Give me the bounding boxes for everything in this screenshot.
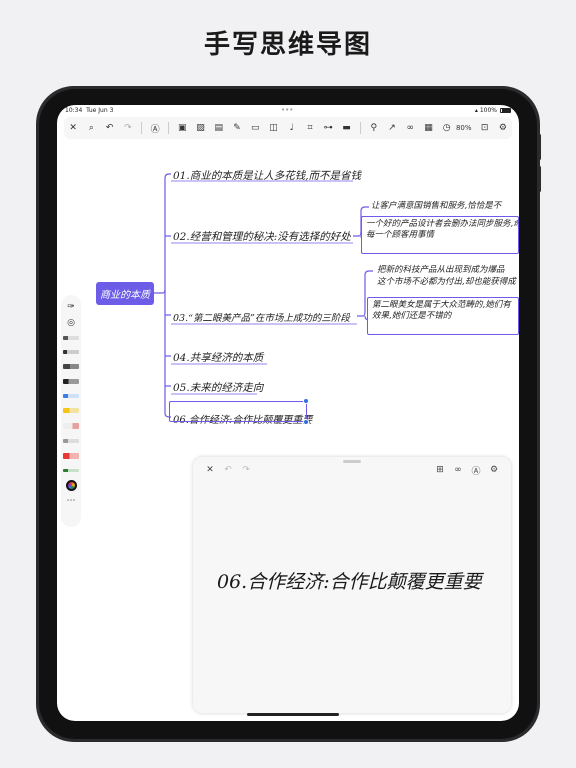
gear-icon[interactable]: ⚙ — [496, 121, 509, 135]
status-bar: 10:34 Tue Jun 3 ••• ▴ 100% — [57, 105, 519, 117]
mindmap-branch-02[interactable]: 02.经营和管理的秘决:没有选择的好处 — [173, 229, 351, 244]
more-icon[interactable]: ⋯ — [64, 494, 78, 508]
arrow-icon[interactable]: ↗ — [385, 121, 398, 135]
close-icon[interactable]: ✕ — [67, 121, 80, 135]
mindmap-root-node[interactable]: 商业的本质 — [96, 282, 154, 305]
mindmap-branch-03[interactable]: 03.“第二眼美产品”在市场上成功的三阶段 — [173, 310, 350, 324]
palette-brush-icon[interactable]: ✑ — [64, 300, 78, 314]
ipad-screen: 10:34 Tue Jun 3 ••• ▴ 100% ✕ ⌕ ↶ ↷ Ⓐ ▣ ▨… — [57, 105, 519, 721]
layout-icon[interactable]: ⊶ — [322, 121, 335, 135]
pen-red-marker[interactable] — [63, 453, 79, 459]
shape-icon[interactable]: ◫ — [267, 121, 280, 135]
pen-blue[interactable] — [63, 394, 79, 398]
lock-icon[interactable]: ⊡ — [478, 121, 491, 135]
insert-icon[interactable]: ⊞ — [433, 463, 447, 477]
top-toolbar: ✕ ⌕ ↶ ↷ Ⓐ ▣ ▨ ▤ ✎ ▭ ◫ ♩ ⌗ ⊶ ▬ ⚲ ↗ ∞ ▦ ◷ … — [64, 117, 512, 139]
pen-fineliner[interactable] — [63, 350, 79, 354]
mindmap-sub-02b[interactable]: 一个好的产品设计者会删办法同步服务,命 每一个顾客用事情 — [361, 216, 519, 254]
selected-node-outline — [169, 401, 307, 422]
toolbar-divider — [359, 122, 361, 134]
pen-circle-icon[interactable]: Ⓐ — [469, 463, 483, 477]
pen-eraser[interactable] — [63, 423, 79, 429]
mindmap-branch-05[interactable]: 05.未来的经济走向 — [173, 380, 263, 395]
note-icon[interactable]: ▤ — [212, 121, 225, 135]
gear-icon[interactable]: ⚙ — [487, 463, 501, 477]
image-icon[interactable]: ▨ — [194, 121, 207, 135]
color-wheel-icon[interactable] — [64, 478, 78, 492]
edit-icon[interactable]: ✎ — [230, 121, 243, 135]
battery-label: ▴ 100% — [474, 107, 497, 114]
pin-icon[interactable]: ⚲ — [367, 121, 380, 135]
redo-icon[interactable]: ↷ — [121, 121, 134, 135]
mindmap-sub-03b[interactable]: 第二眼美女是属于大众范畴的,她们有 效果,她们还是不错的 — [367, 297, 519, 335]
toolbar-divider — [141, 122, 142, 134]
selection-handle-bottom[interactable] — [303, 419, 309, 425]
multitask-dots[interactable]: ••• — [281, 106, 293, 114]
pen-toolbar: ✑ ◎ ⋯ — [61, 295, 81, 527]
battery-icon — [500, 108, 511, 113]
grid-icon[interactable]: ▦ — [422, 121, 435, 135]
toolbar-divider — [168, 122, 170, 134]
mindmap-branch-01[interactable]: 01.商业的本质是让人多花钱,而不是省钱 — [173, 168, 361, 183]
mindmap-sub-03b-text: 第二眼美女是属于大众范畴的,她们有 效果,她们还是不错的 — [372, 300, 511, 321]
panel-left-icons: ✕ ↶ ↷ — [201, 463, 255, 477]
canvas-icon[interactable]: ▬ — [340, 121, 353, 135]
selection-handle-top[interactable] — [303, 398, 309, 404]
zoom-level[interactable]: 80% — [456, 124, 472, 132]
mindmap-sub-03a-line2[interactable]: 这个市场不必都为付出,却也能获得成 — [377, 275, 516, 287]
mindmap-sub-02b-text: 一个好的产品设计者会删办法同步服务,命 每一个顾客用事情 — [366, 219, 519, 240]
mindmap-branch-04[interactable]: 04.共享经济的本质 — [173, 350, 263, 365]
mindmap-sub-03a[interactable]: 把新的科技产品从出现到成为爆品 — [377, 263, 505, 275]
close-icon[interactable]: ✕ — [203, 463, 217, 477]
pen-pencil[interactable] — [63, 336, 79, 340]
pen-green[interactable] — [63, 469, 79, 472]
panel-grip-handle[interactable] — [343, 460, 361, 463]
link-icon[interactable]: ∞ — [451, 463, 465, 477]
scan-icon[interactable]: ⌗ — [303, 121, 316, 135]
home-indicator[interactable] — [247, 713, 339, 716]
redo-icon[interactable]: ↷ — [239, 463, 253, 477]
panel-right-icons: ⊞ ∞ Ⓐ ⚙ — [431, 463, 503, 477]
target-icon[interactable]: ◎ — [64, 316, 78, 330]
side-button-2 — [538, 166, 541, 192]
status-time: 10:34 Tue Jun 3 — [65, 107, 114, 114]
side-button — [538, 134, 541, 160]
mindmap-sub-02a[interactable]: 让客户满意国销售和服务,恰恰是不 — [371, 199, 501, 211]
mic-icon[interactable]: ♩ — [285, 121, 298, 135]
handwriting-panel[interactable]: ✕ ↶ ↷ ⊞ ∞ Ⓐ ⚙ 06.合作经济:合作比颠覆更重要 — [193, 457, 511, 713]
undo-icon[interactable]: ↶ — [103, 121, 116, 135]
pen-gray-marker[interactable] — [63, 439, 79, 443]
pen-highlighter-yellow[interactable] — [63, 408, 79, 413]
search-icon[interactable]: ⌕ — [85, 121, 98, 135]
pen-fountain[interactable] — [63, 364, 79, 369]
page-headline: 手写思维导图 — [203, 30, 372, 60]
handwriting-input-text[interactable]: 06.合作经济:合作比颠覆更重要 — [217, 567, 482, 594]
pen-calligraphy[interactable] — [63, 379, 79, 384]
undo-icon[interactable]: ↶ — [221, 463, 235, 477]
text-icon[interactable]: ▣ — [176, 121, 189, 135]
link-icon[interactable]: ∞ — [404, 121, 417, 135]
pen-circle-icon[interactable]: Ⓐ — [148, 121, 161, 135]
folder-icon[interactable]: ▭ — [249, 121, 262, 135]
clock-icon[interactable]: ◷ — [440, 121, 453, 135]
